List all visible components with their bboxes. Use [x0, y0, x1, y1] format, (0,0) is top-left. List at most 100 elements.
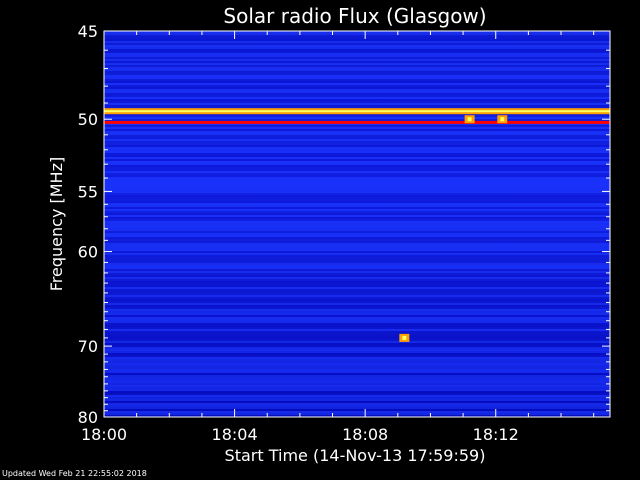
noise-stripe [104, 357, 610, 359]
noise-stripe [104, 205, 610, 207]
noise-stripe [104, 335, 610, 337]
spectrogram-stripes [104, 31, 610, 417]
update-timestamp: Updated Wed Feb 21 22:55:02 2018 [2, 469, 147, 478]
noise-stripe [104, 161, 610, 163]
noise-stripe [104, 89, 610, 91]
plot-area [103, 30, 611, 418]
noise-stripe [104, 79, 610, 81]
noise-stripe [104, 377, 610, 379]
noise-stripe [104, 265, 610, 267]
noise-stripe [104, 395, 610, 397]
noise-stripe [104, 329, 610, 331]
y-tick-label: 70 [78, 337, 98, 356]
noise-stripe [104, 83, 610, 85]
noise-stripe [104, 389, 610, 391]
noise-stripe [104, 347, 610, 349]
noise-stripe [104, 331, 610, 333]
noise-stripe [104, 345, 610, 347]
noise-stripe [104, 141, 610, 143]
noise-stripe [104, 363, 610, 365]
noise-stripe [104, 259, 610, 261]
noise-stripe [104, 219, 610, 221]
noise-stripe [104, 227, 610, 229]
noise-stripe [104, 127, 610, 129]
noise-stripe [104, 151, 610, 153]
noise-stripe [104, 301, 610, 303]
noise-stripe [104, 319, 610, 321]
noise-stripe [104, 405, 610, 407]
noise-stripe [104, 287, 610, 289]
noise-stripe [104, 183, 610, 185]
noise-stripe [104, 87, 610, 89]
noise-stripe [104, 193, 610, 195]
noise-stripe [104, 341, 610, 343]
noise-stripe [104, 351, 610, 353]
noise-stripe [104, 373, 610, 375]
noise-stripe [104, 231, 610, 233]
noise-stripe [104, 409, 610, 411]
noise-stripe [104, 223, 610, 225]
noise-stripe [104, 187, 610, 189]
noise-stripe [104, 269, 610, 271]
noise-stripe [104, 99, 610, 101]
noise-stripe [104, 45, 610, 47]
noise-stripe [104, 327, 610, 329]
noise-stripe [104, 105, 610, 107]
noise-stripe [104, 273, 610, 275]
y-tick-label: 50 [78, 110, 98, 129]
noise-stripe [104, 285, 610, 287]
noise-stripe [104, 165, 610, 167]
noise-stripe [104, 179, 610, 181]
noise-stripe [104, 209, 610, 211]
noise-stripe [104, 391, 610, 393]
noise-stripe [104, 325, 610, 327]
noise-stripe [104, 411, 610, 413]
noise-stripe [104, 297, 610, 299]
noise-stripe [104, 131, 610, 133]
noise-stripe [104, 281, 610, 283]
noise-stripe [104, 379, 610, 381]
noise-stripe [104, 139, 610, 141]
noise-stripe [104, 229, 610, 231]
noise-stripe [104, 93, 610, 95]
noise-stripe [104, 343, 610, 345]
noise-stripe [104, 63, 610, 65]
noise-stripe [104, 199, 610, 201]
radio-burst-core [402, 335, 407, 340]
noise-stripe [104, 387, 610, 389]
noise-stripe [104, 323, 610, 325]
noise-stripe [104, 101, 610, 103]
noise-stripe [104, 235, 610, 237]
noise-stripe [104, 295, 610, 297]
noise-stripe [104, 355, 610, 357]
noise-stripe [104, 125, 610, 127]
noise-stripe [104, 53, 610, 55]
chart-title: Solar radio Flux (Glasgow) [223, 4, 486, 28]
noise-stripe [104, 365, 610, 367]
radio-burst-core [500, 117, 505, 122]
noise-stripe [104, 173, 610, 175]
noise-stripe [104, 349, 610, 351]
noise-stripe [104, 249, 610, 251]
noise-stripe [104, 385, 610, 387]
noise-stripe [104, 243, 610, 245]
noise-stripe [104, 215, 610, 217]
noise-stripe [104, 185, 610, 187]
noise-stripe [104, 37, 610, 39]
noise-stripe [104, 167, 610, 169]
noise-stripe [104, 221, 610, 223]
noise-stripe [104, 397, 610, 399]
noise-stripe [104, 169, 610, 171]
noise-stripe [104, 97, 610, 99]
noise-stripe [104, 175, 610, 177]
noise-stripe [104, 253, 610, 255]
noise-stripe [104, 41, 610, 43]
noise-stripe [104, 333, 610, 335]
noise-stripe [104, 143, 610, 145]
noise-stripe [104, 289, 610, 291]
noise-stripe [104, 201, 610, 203]
noise-stripe [104, 263, 610, 265]
noise-stripe [104, 47, 610, 49]
noise-stripe [104, 317, 610, 319]
x-tick-label: 18:04 [212, 425, 258, 444]
